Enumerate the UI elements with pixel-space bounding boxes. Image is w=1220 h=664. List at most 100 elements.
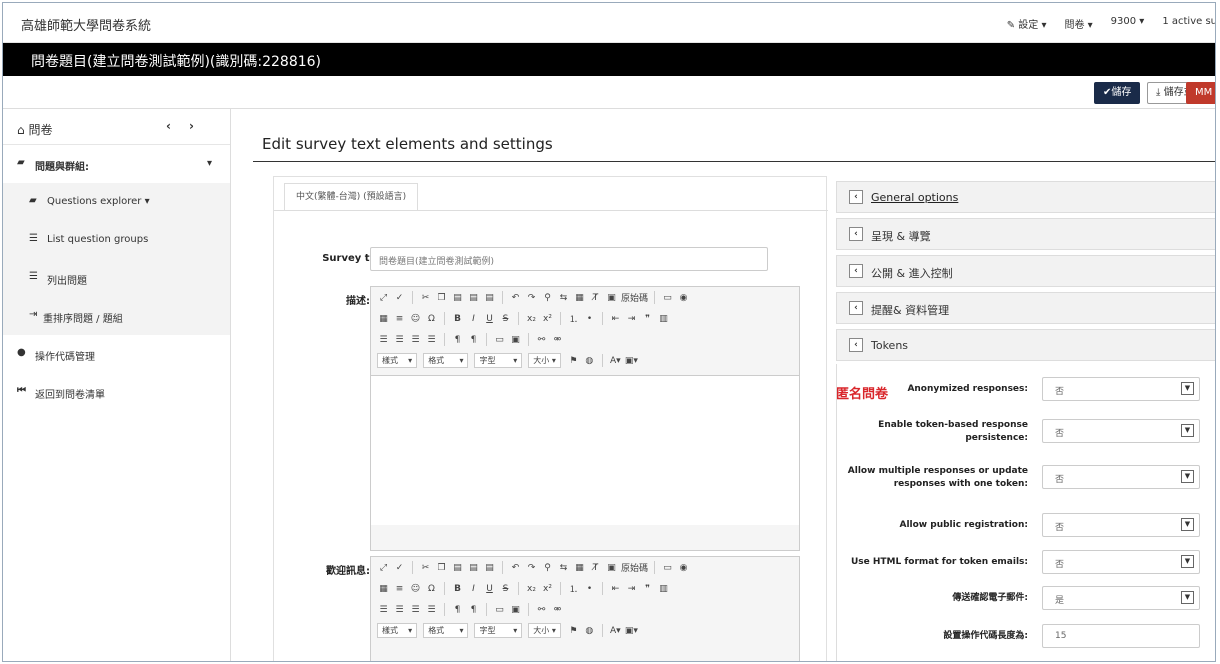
chevron-right-icon[interactable]: › <box>189 119 212 133</box>
underline-icon[interactable]: U <box>483 314 496 324</box>
sidebar-item-questions-groups[interactable]: ▰ 問題與群組: ▾ <box>3 145 230 183</box>
bg-color-icon[interactable]: ▣▾ <box>625 626 638 636</box>
find-icon[interactable]: ⚲ <box>541 293 554 303</box>
special-char-icon[interactable]: Ω <box>425 314 438 324</box>
bullet-list-icon[interactable]: • <box>583 584 596 594</box>
rtl-icon[interactable]: ¶ <box>467 335 480 345</box>
indent-icon[interactable]: ⇥ <box>625 314 638 324</box>
bg-color-icon[interactable]: ▣▾ <box>625 356 638 366</box>
unlink-icon[interactable]: ⚮ <box>551 335 564 345</box>
outdent-icon[interactable]: ⇤ <box>609 584 622 594</box>
maximize-icon[interactable]: ⤢ <box>377 563 390 573</box>
tab-default-language[interactable]: 中文(繁體-台灣) (預設語言) <box>284 183 419 211</box>
welcome-editor[interactable]: ⤢ ✓ ✂ ❐ ▤ ▤ ▤ ↶ ↷ ⚲ ⇆ ▦ T̸ ▣ 原始碼 ▭ ◉ ▦ ≡ ☺ Ω BIUS x₂ x² ⒈… <box>370 556 800 661</box>
text-color-icon[interactable]: A▾ <box>609 626 622 636</box>
source-icon[interactable]: ▣ <box>605 563 618 573</box>
source-button-label[interactable]: 原始碼 <box>621 291 648 304</box>
ltr-icon[interactable]: ¶ <box>451 335 464 345</box>
accordion-publication[interactable]: ‹ 公開 & 進入控制 <box>836 255 1215 287</box>
smiley-icon[interactable]: ☺ <box>409 314 422 324</box>
font-dropdown[interactable]: 字型 ▾ <box>474 623 523 638</box>
sidebar-item-list-questions[interactable]: ☰ 列出問題 <box>3 259 230 297</box>
outdent-icon[interactable]: ⇤ <box>609 314 622 324</box>
paste-text-icon[interactable]: ▤ <box>467 563 480 573</box>
smiley-icon[interactable]: ☺ <box>409 584 422 594</box>
accordion-presentation[interactable]: ‹ 呈現 & 導覽 <box>836 218 1215 250</box>
token-length-input[interactable]: 15 <box>1042 624 1200 648</box>
select-all-icon[interactable]: ▦ <box>573 293 586 303</box>
special-char-icon[interactable]: Ω <box>425 584 438 594</box>
numbered-list-icon[interactable]: ⒈ <box>567 582 580 595</box>
paste-word-icon[interactable]: ▤ <box>483 563 496 573</box>
sidebar-item-list-groups[interactable]: ☰ List question groups <box>3 221 230 259</box>
maximize-icon[interactable]: ⤢ <box>377 293 390 303</box>
send-confirmation-select[interactable]: 是 ▼ <box>1042 586 1200 610</box>
size-dropdown[interactable]: 大小 ▾ <box>528 623 561 638</box>
format-dropdown[interactable]: 格式 ▾ <box>423 353 469 368</box>
accordion-notifications[interactable]: ‹ 提醒& 資料管理 <box>836 292 1215 324</box>
multiple-responses-select[interactable]: 否 ▼ <box>1042 465 1200 489</box>
replace-icon[interactable]: ⇆ <box>557 293 570 303</box>
div-icon[interactable]: ▥ <box>657 584 670 594</box>
source-icon[interactable]: ▣ <box>605 293 618 303</box>
settings-menu[interactable]: ✎ 設定 ▾ <box>1007 16 1047 31</box>
anonymized-responses-select[interactable]: 否 ▼ <box>1042 377 1200 401</box>
bold-icon[interactable]: B <box>451 314 464 324</box>
remove-format-icon[interactable]: T̸ <box>589 293 602 303</box>
copy-icon[interactable]: ❐ <box>435 293 448 303</box>
cut-icon[interactable]: ✂ <box>419 563 432 573</box>
copy-icon[interactable]: ❐ <box>435 563 448 573</box>
font-dropdown[interactable]: 字型 ▾ <box>474 353 523 368</box>
table-icon[interactable]: ▦ <box>377 314 390 324</box>
align-right-icon[interactable]: ☰ <box>409 335 422 345</box>
iframe-icon[interactable]: ▣ <box>509 335 522 345</box>
link-icon[interactable]: ⚯ <box>535 605 548 615</box>
hr-icon[interactable]: ≡ <box>393 584 406 594</box>
align-right-icon[interactable]: ☰ <box>409 605 422 615</box>
format-dropdown[interactable]: 格式 ▾ <box>423 623 469 638</box>
blockquote-icon[interactable]: ❞ <box>641 584 654 594</box>
strike-icon[interactable]: S <box>499 584 512 594</box>
sidebar-item-questions-explorer[interactable]: ▰ Questions explorer ▾ <box>3 183 230 221</box>
align-left-icon[interactable]: ☰ <box>377 605 390 615</box>
text-color-icon[interactable]: A▾ <box>609 356 622 366</box>
iframe-icon[interactable]: ▣ <box>509 605 522 615</box>
unlink-icon[interactable]: ⚮ <box>551 605 564 615</box>
spellcheck-icon[interactable]: ✓ <box>393 293 406 303</box>
image-icon[interactable]: ▭ <box>661 293 674 303</box>
flag-icon[interactable]: ⚑ <box>567 356 580 366</box>
description-text-area[interactable] <box>371 375 799 525</box>
paste-text-icon[interactable]: ▤ <box>467 293 480 303</box>
strike-icon[interactable]: S <box>499 314 512 324</box>
user-menu[interactable]: 9300 ▾ <box>1111 16 1145 31</box>
rtl-icon[interactable]: ¶ <box>467 605 480 615</box>
description-editor[interactable]: ⤢ ✓ ✂ ❐ ▤ ▤ ▤ ↶ ↷ ⚲ ⇆ ▦ T̸ ▣ 原始碼 ▭ ◉ ▦ ≡ ☺ Ω BIUS x₂ x² ⒈… <box>370 286 800 551</box>
hr-icon[interactable]: ≡ <box>393 314 406 324</box>
active-surveys-link[interactable]: 1 active su <box>1162 16 1215 31</box>
bullet-list-icon[interactable]: • <box>583 314 596 324</box>
globe-icon[interactable]: ◍ <box>583 356 596 366</box>
subscript-icon[interactable]: x₂ <box>525 314 538 324</box>
numbered-list-icon[interactable]: ⒈ <box>567 312 580 325</box>
survey-title-input[interactable]: 問卷題目(建立問卷測試範例) <box>370 247 768 271</box>
sidebar-item-back-to-list[interactable]: ⏮ 返回到問卷清單 <box>3 373 230 411</box>
indent-icon[interactable]: ⇥ <box>625 584 638 594</box>
sidebar-title[interactable]: ⌂ 問卷 <box>17 121 52 138</box>
subscript-icon[interactable]: x₂ <box>525 584 538 594</box>
image-icon[interactable]: ▭ <box>661 563 674 573</box>
align-center-icon[interactable]: ☰ <box>393 335 406 345</box>
extra-action-button[interactable]: MM <box>1186 82 1215 104</box>
paste-icon[interactable]: ▤ <box>451 563 464 573</box>
sidebar-toggle-arrows[interactable]: ‹› <box>166 119 212 133</box>
redo-icon[interactable]: ↷ <box>525 563 538 573</box>
blockquote-icon[interactable]: ❞ <box>641 314 654 324</box>
styles-dropdown[interactable]: 樣式 ▾ <box>377 623 418 638</box>
superscript-icon[interactable]: x² <box>541 314 554 324</box>
flash-icon[interactable]: ◉ <box>677 293 690 303</box>
italic-icon[interactable]: I <box>467 314 480 324</box>
table-icon[interactable]: ▦ <box>377 584 390 594</box>
find-icon[interactable]: ⚲ <box>541 563 554 573</box>
surveys-menu[interactable]: 問卷 ▾ <box>1064 16 1092 31</box>
sidebar-item-reorder[interactable]: ⇥ 重排序問題 / 題組 <box>3 297 230 335</box>
html-token-email-select[interactable]: 否 ▼ <box>1042 550 1200 574</box>
